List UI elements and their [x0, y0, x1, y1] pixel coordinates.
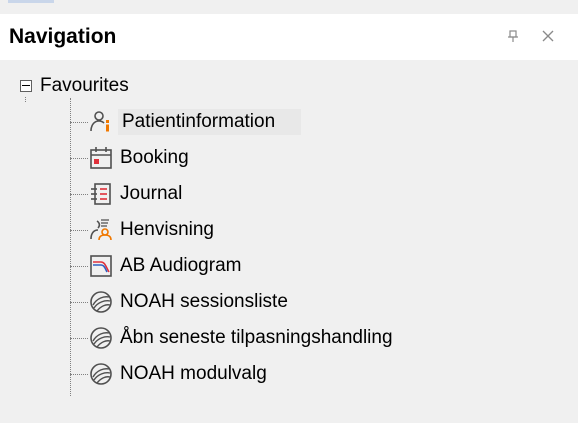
tree-item-label: Booking [120, 147, 189, 168]
noah-icon [86, 323, 116, 353]
tree-item-noah-modulvalg[interactable]: NOAH modulvalg [70, 358, 550, 390]
tree-item-label: Åbn seneste tilpasningshandling [120, 327, 393, 348]
referral-icon [86, 215, 116, 245]
collapse-toggle-icon[interactable] [20, 80, 32, 92]
patient-info-icon [86, 107, 116, 137]
tree-item-label: NOAH modulvalg [120, 363, 267, 384]
journal-icon [86, 179, 116, 209]
panel-title: Navigation [9, 25, 117, 48]
panel-header: Navigation [0, 14, 578, 60]
top-strip [0, 0, 578, 14]
tree-item-booking[interactable]: Booking [70, 142, 550, 174]
tree-root-favourites[interactable]: Favourites [20, 75, 129, 97]
top-tab-accent [8, 0, 54, 3]
tree-item-journal[interactable]: Journal [70, 178, 550, 210]
noah-icon [86, 287, 116, 317]
tree-item-abn-seneste-tilpasningshandling[interactable]: Åbn seneste tilpasningshandling [70, 322, 550, 354]
audiogram-icon [86, 251, 116, 281]
tree-item-label: NOAH sessionsliste [120, 291, 288, 312]
close-icon[interactable] [538, 26, 558, 46]
tree-item-label: AB Audiogram [120, 255, 242, 276]
noah-icon [86, 359, 116, 389]
tree-item-label: Henvisning [120, 219, 214, 240]
tree-item-patientinformation[interactable]: Patientinformation [70, 106, 550, 138]
tree-connector [25, 97, 26, 102]
navigation-panel: Navigation Favourites Patientinformation… [0, 14, 578, 423]
tree-item-noah-sessionsliste[interactable]: NOAH sessionsliste [70, 286, 550, 318]
tree-item-label: Patientinformation [118, 109, 302, 135]
navigation-tree: Favourites Patientinformation Booking Jo… [0, 60, 578, 423]
tree-item-label: Journal [120, 183, 183, 204]
tree-item-ab-audiogram[interactable]: AB Audiogram [70, 250, 550, 282]
tree-root-label: Favourites [40, 75, 129, 96]
calendar-icon [86, 143, 116, 173]
pin-icon[interactable] [503, 26, 523, 46]
tree-item-henvisning[interactable]: Henvisning [70, 214, 550, 246]
